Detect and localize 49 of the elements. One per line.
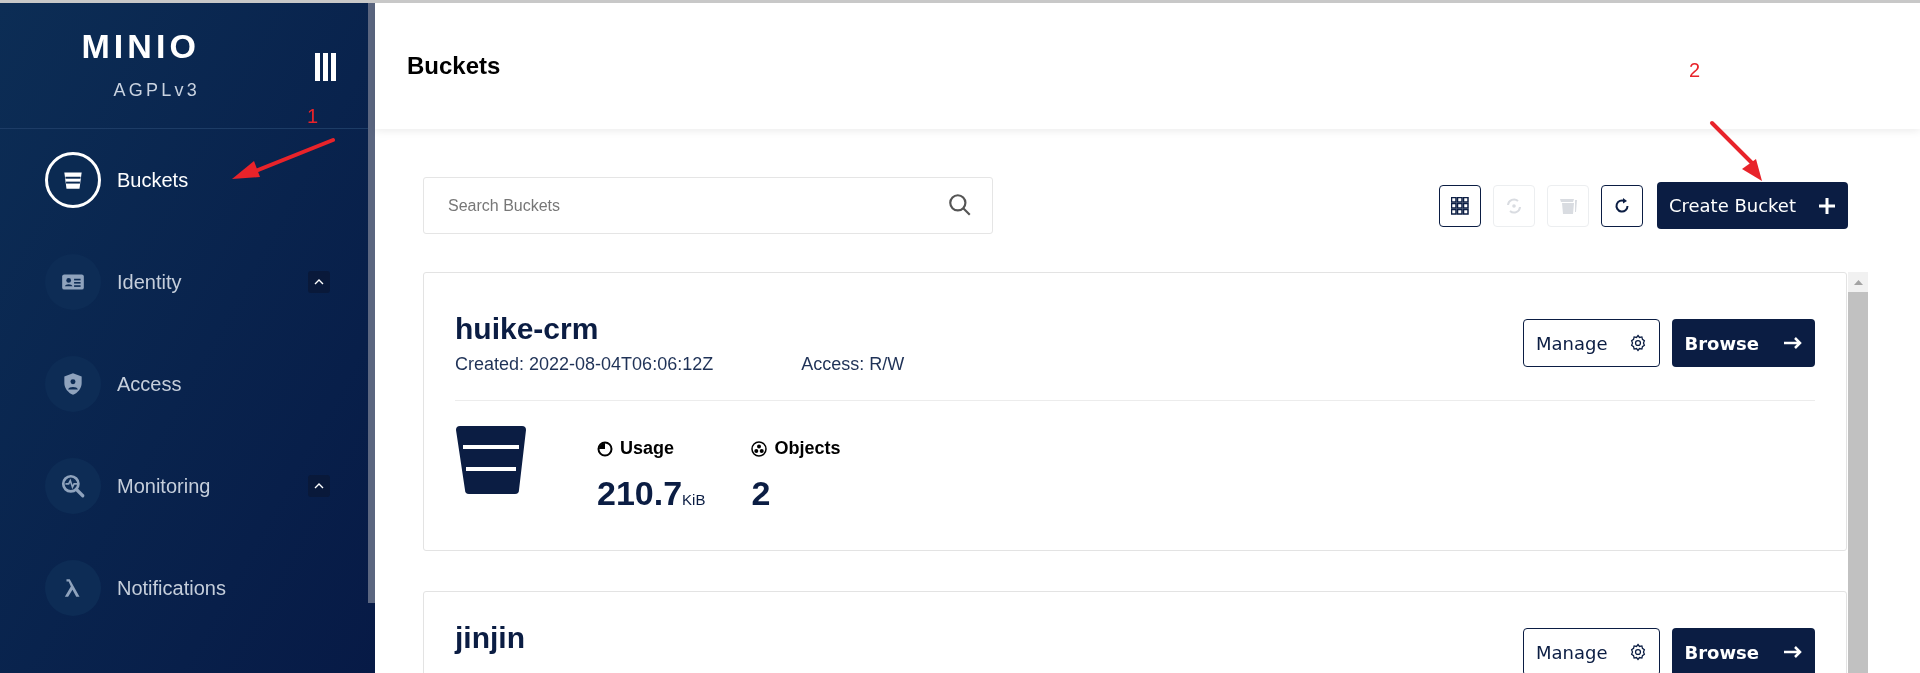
nav-label: Notifications (117, 576, 227, 601)
browse-button[interactable]: Browse (1672, 319, 1815, 367)
usage-unit: KiB (682, 490, 706, 510)
nav-item[interactable]: Identity (0, 231, 368, 333)
logo: MINIO (81, 29, 200, 63)
search-icon (947, 192, 973, 218)
arrow-right-icon (1783, 645, 1803, 659)
usage-value: 210.7 (597, 473, 683, 514)
plus-icon (1818, 196, 1836, 215)
caret-up-icon[interactable] (308, 475, 330, 497)
settings-icon (1629, 643, 1648, 661)
collapse-menu-icon[interactable] (315, 53, 336, 81)
create-bucket-button[interactable]: Create Bucket (1656, 182, 1848, 229)
access-mode: Access: R/W (801, 353, 905, 376)
grid-icon (1450, 196, 1469, 215)
nav-item[interactable]: Notifications (0, 537, 368, 639)
usage-label: Usage (620, 437, 675, 460)
sidebar-scrollbar[interactable] (368, 3, 375, 603)
pie-icon (597, 440, 613, 457)
page-title: Buckets (407, 51, 501, 81)
nav-item[interactable]: Access (0, 333, 368, 435)
nav-item[interactable]: Buckets (0, 129, 368, 231)
objects-label: Objects (774, 437, 841, 460)
search-field[interactable]: Search Buckets (423, 177, 993, 234)
magnifier-pulse-icon (60, 473, 86, 499)
annotation-number: 1 (307, 104, 319, 129)
toolbar-icon-button[interactable] (1600, 184, 1643, 227)
license-label: AGPLv3 (113, 79, 200, 102)
scrollbar[interactable] (1848, 272, 1868, 673)
toolbar-icon-button[interactable] (1438, 184, 1481, 227)
settings-icon (1629, 334, 1648, 352)
caret-up-icon[interactable] (308, 271, 330, 293)
manage-button[interactable]: Manage (1523, 628, 1661, 673)
objects-icon (751, 440, 768, 457)
manage-button[interactable]: Manage (1523, 319, 1661, 367)
created-date: Created: 2022-08-04T06:06:12Z (455, 353, 714, 376)
nav-label: Access (117, 372, 183, 397)
nav-label: Buckets (117, 168, 190, 193)
objects-count: 2 (751, 473, 772, 514)
arrow-right-icon (1783, 336, 1803, 350)
bucket-icon (455, 423, 527, 495)
nav-label: Identity (117, 270, 183, 295)
browse-button[interactable]: Browse (1672, 628, 1815, 673)
annotation-number: 2 (1689, 58, 1701, 83)
annotation-arrow (1710, 121, 1762, 181)
nav-item[interactable]: Monitoring (0, 435, 368, 537)
bucket-name: huike-crm (455, 311, 600, 347)
nav-label: Monitoring (117, 474, 212, 499)
bucket-name: jinjin (455, 620, 525, 656)
